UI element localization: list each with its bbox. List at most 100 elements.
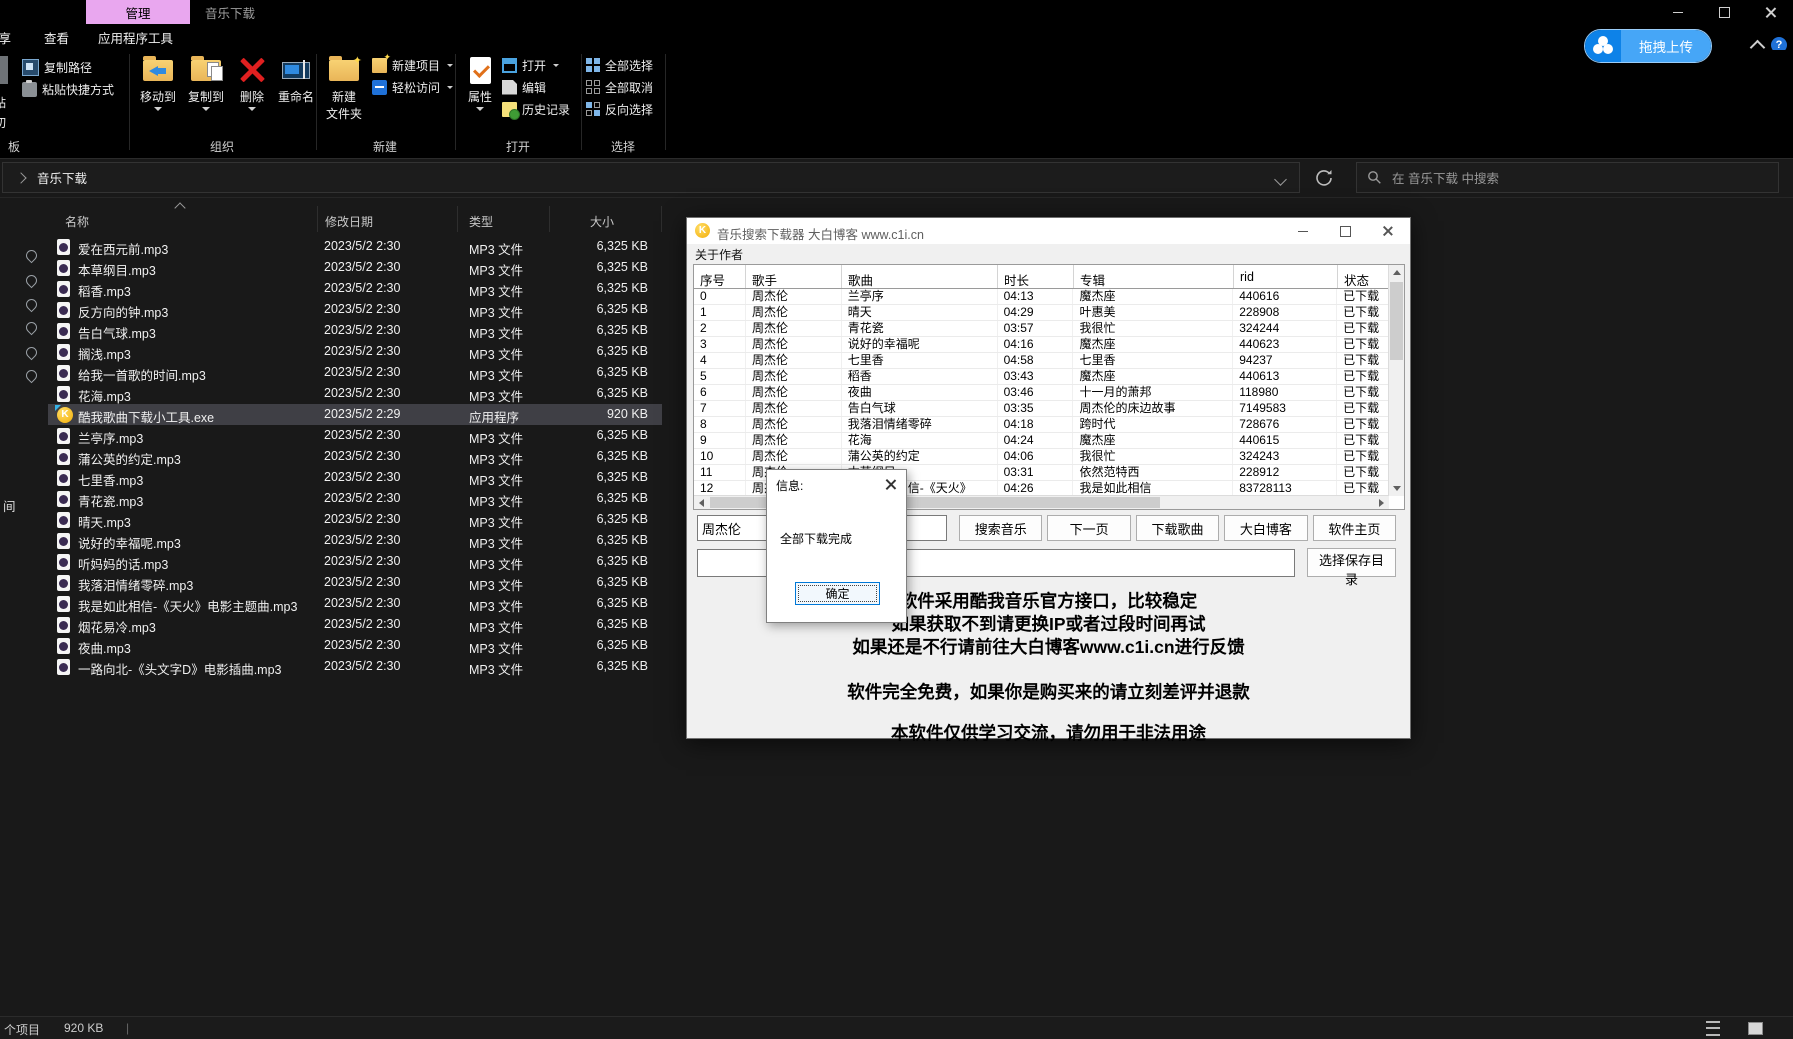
download-songs-button[interactable]: 下载歌曲 <box>1136 515 1219 541</box>
pin-icon[interactable] <box>24 273 40 289</box>
file-row[interactable]: 说好的幸福呢.mp32023/5/2 2:30MP3 文件6,325 KB <box>48 530 662 551</box>
scroll-left-icon[interactable] <box>694 496 709 509</box>
scroll-down-icon[interactable] <box>1389 481 1404 496</box>
delete-button[interactable]: 删除 <box>232 52 272 111</box>
song-row[interactable]: 0周杰伦兰亭序04:13魔杰座440616已下载 <box>694 289 1389 305</box>
copy-path-button[interactable]: 复制路径 <box>22 58 92 76</box>
file-row[interactable]: 兰亭序.mp32023/5/2 2:30MP3 文件6,325 KB <box>48 425 662 446</box>
drag-upload-button[interactable]: 拖拽上传 <box>1584 29 1712 63</box>
tab-manage[interactable]: 管理 <box>86 0 190 24</box>
invert-selection-button[interactable]: 反向选择 <box>586 100 653 118</box>
file-row[interactable]: 七里香.mp32023/5/2 2:30MP3 文件6,325 KB <box>48 467 662 488</box>
close-button[interactable] <box>1747 0 1793 24</box>
next-page-button[interactable]: 下一页 <box>1047 515 1130 541</box>
copy-to-button[interactable]: 复制到 <box>182 52 230 111</box>
file-row[interactable]: 夜曲.mp32023/5/2 2:30MP3 文件6,325 KB <box>48 635 662 656</box>
nav-item-fragment[interactable]: 间 <box>3 496 16 515</box>
select-all-button[interactable]: 全部选择 <box>586 56 653 74</box>
scroll-right-icon[interactable] <box>1374 496 1389 509</box>
new-folder-button[interactable]: ✦ 新建 文件夹 <box>318 52 370 122</box>
history-button[interactable]: 历史记录 <box>502 100 570 118</box>
edit-button[interactable]: 编辑 <box>502 78 546 96</box>
icons-view-button[interactable] <box>1742 1020 1768 1037</box>
column-size[interactable]: 大小 <box>590 213 614 230</box>
app-titlebar[interactable]: K 音乐搜索下载器 大白博客 www.c1i.cn <box>687 218 1410 244</box>
properties-button[interactable]: 属性 <box>460 52 500 111</box>
song-row[interactable]: 8周杰伦我落泪情绪零碎04:18跨时代728676已下载 <box>694 417 1389 433</box>
scroll-up-icon[interactable] <box>1389 265 1404 280</box>
song-row[interactable]: 7周杰伦告白气球03:35周杰伦的床边故事7149583已下载 <box>694 401 1389 417</box>
song-row[interactable]: 10周杰伦蒲公英的约定04:06我很忙324243已下载 <box>694 449 1389 465</box>
song-row[interactable]: 6周杰伦夜曲03:46十一月的萧邦118980已下载 <box>694 385 1389 401</box>
column-date[interactable]: 修改日期 <box>325 213 373 230</box>
file-row[interactable]: 一路向北-《头文字D》电影插曲.mp32023/5/2 2:30MP3 文件6,… <box>48 656 662 677</box>
about-author-menu[interactable]: 关于作者 <box>695 246 743 263</box>
column-name[interactable]: 名称 <box>65 213 89 230</box>
song-row[interactable]: 2周杰伦青花瓷03:57我很忙324244已下载 <box>694 321 1389 337</box>
open-button[interactable]: 打开 <box>502 56 559 74</box>
file-row[interactable]: 我落泪情绪零碎.mp32023/5/2 2:30MP3 文件6,325 KB <box>48 572 662 593</box>
move-to-button[interactable]: 移动到 <box>134 52 182 111</box>
ok-button[interactable]: 确定 <box>795 582 880 605</box>
choose-save-dir-button[interactable]: 选择保存目录 <box>1307 548 1396 577</box>
column-type[interactable]: 类型 <box>469 213 493 230</box>
pin-icon[interactable] <box>24 297 40 313</box>
select-none-button[interactable]: 全部取消 <box>586 78 653 96</box>
file-row[interactable]: 听妈妈的话.mp32023/5/2 2:30MP3 文件6,325 KB <box>48 551 662 572</box>
file-row[interactable]: 青花瓷.mp32023/5/2 2:30MP3 文件6,325 KB <box>48 488 662 509</box>
vertical-scroll-thumb[interactable] <box>1390 282 1403 360</box>
easy-access-button[interactable]: 轻松访问 <box>372 78 453 96</box>
paste-shortcut-button[interactable]: 粘贴快捷方式 <box>22 80 114 98</box>
pin-icon[interactable] <box>24 368 40 384</box>
song-column-header[interactable]: 歌手 <box>746 265 842 288</box>
rename-button[interactable]: 重命名 <box>272 52 320 105</box>
app-minimize-button[interactable] <box>1282 218 1324 244</box>
refresh-icon[interactable] <box>1313 167 1335 189</box>
song-row[interactable]: 5周杰伦稻香03:43魔杰座440613已下载 <box>694 369 1389 385</box>
song-row[interactable]: 4周杰伦七里香04:58七里香94237已下载 <box>694 353 1389 369</box>
pin-icon[interactable] <box>24 345 40 361</box>
file-row[interactable]: 给我一首歌的时间.mp32023/5/2 2:30MP3 文件6,325 KB <box>48 362 662 383</box>
search-music-button[interactable]: 搜索音乐 <box>959 515 1042 541</box>
song-row[interactable]: 1周杰伦晴天04:29叶惠美228908已下载 <box>694 305 1389 321</box>
file-row[interactable]: 告白气球.mp32023/5/2 2:30MP3 文件6,325 KB <box>48 320 662 341</box>
song-column-header[interactable]: 时长 <box>998 265 1074 288</box>
song-row[interactable]: 3周杰伦说好的幸福呢04:16魔杰座440623已下载 <box>694 337 1389 353</box>
song-column-header[interactable]: 状态 <box>1338 265 1390 288</box>
file-row[interactable]: 花海.mp32023/5/2 2:30MP3 文件6,325 KB <box>48 383 662 404</box>
address-bar[interactable]: 音乐下载 <box>2 162 1300 193</box>
song-column-header[interactable]: 歌曲 <box>842 265 998 288</box>
minimize-button[interactable] <box>1655 0 1701 24</box>
new-item-button[interactable]: 新建项目 <box>372 56 453 74</box>
app-close-button[interactable] <box>1366 218 1408 244</box>
file-row[interactable]: 蒲公英的约定.mp32023/5/2 2:30MP3 文件6,325 KB <box>48 446 662 467</box>
song-column-header[interactable]: 专辑 <box>1074 265 1234 288</box>
dabai-blog-button[interactable]: 大白博客 <box>1224 515 1307 541</box>
software-home-button[interactable]: 软件主页 <box>1313 515 1396 541</box>
file-row[interactable]: 本草纲目.mp32023/5/2 2:30MP3 文件6,325 KB <box>48 257 662 278</box>
file-row[interactable]: 我是如此相信-《天火》电影主题曲.mp32023/5/2 2:30MP3 文件6… <box>48 593 662 614</box>
tab-app-tools[interactable]: 应用程序工具 <box>98 24 173 50</box>
file-row[interactable]: 晴天.mp32023/5/2 2:30MP3 文件6,325 KB <box>48 509 662 530</box>
address-dropdown-icon[interactable] <box>1274 173 1287 186</box>
details-view-button[interactable] <box>1700 1020 1726 1037</box>
file-row[interactable]: K酷我歌曲下载小工具.exe2023/5/2 2:29应用程序920 KB <box>48 404 662 425</box>
file-row[interactable]: 爱在西元前.mp32023/5/2 2:30MP3 文件6,325 KB <box>48 236 662 257</box>
tab-view[interactable]: 查看 <box>44 24 69 50</box>
file-row[interactable]: 烟花易冷.mp32023/5/2 2:30MP3 文件6,325 KB <box>48 614 662 635</box>
dialog-close-icon[interactable] <box>885 479 896 490</box>
breadcrumb[interactable]: 音乐下载 <box>37 168 87 187</box>
app-maximize-button[interactable] <box>1324 218 1366 244</box>
pin-icon[interactable] <box>24 248 40 264</box>
song-column-header[interactable]: 序号 <box>694 265 746 288</box>
paste-button-fragment[interactable] <box>0 56 8 84</box>
tab-share[interactable]: 共享 <box>0 24 11 50</box>
maximize-button[interactable] <box>1701 0 1747 24</box>
search-box[interactable]: 在 音乐下载 中搜索 <box>1356 162 1779 193</box>
file-row[interactable]: 搁浅.mp32023/5/2 2:30MP3 文件6,325 KB <box>48 341 662 362</box>
file-row[interactable]: 稻香.mp32023/5/2 2:30MP3 文件6,325 KB <box>48 278 662 299</box>
file-row[interactable]: 反方向的钟.mp32023/5/2 2:30MP3 文件6,325 KB <box>48 299 662 320</box>
song-row[interactable]: 9周杰伦花海04:24魔杰座440615已下载 <box>694 433 1389 449</box>
vertical-scrollbar[interactable] <box>1388 265 1404 496</box>
song-column-header[interactable]: rid <box>1234 265 1338 288</box>
